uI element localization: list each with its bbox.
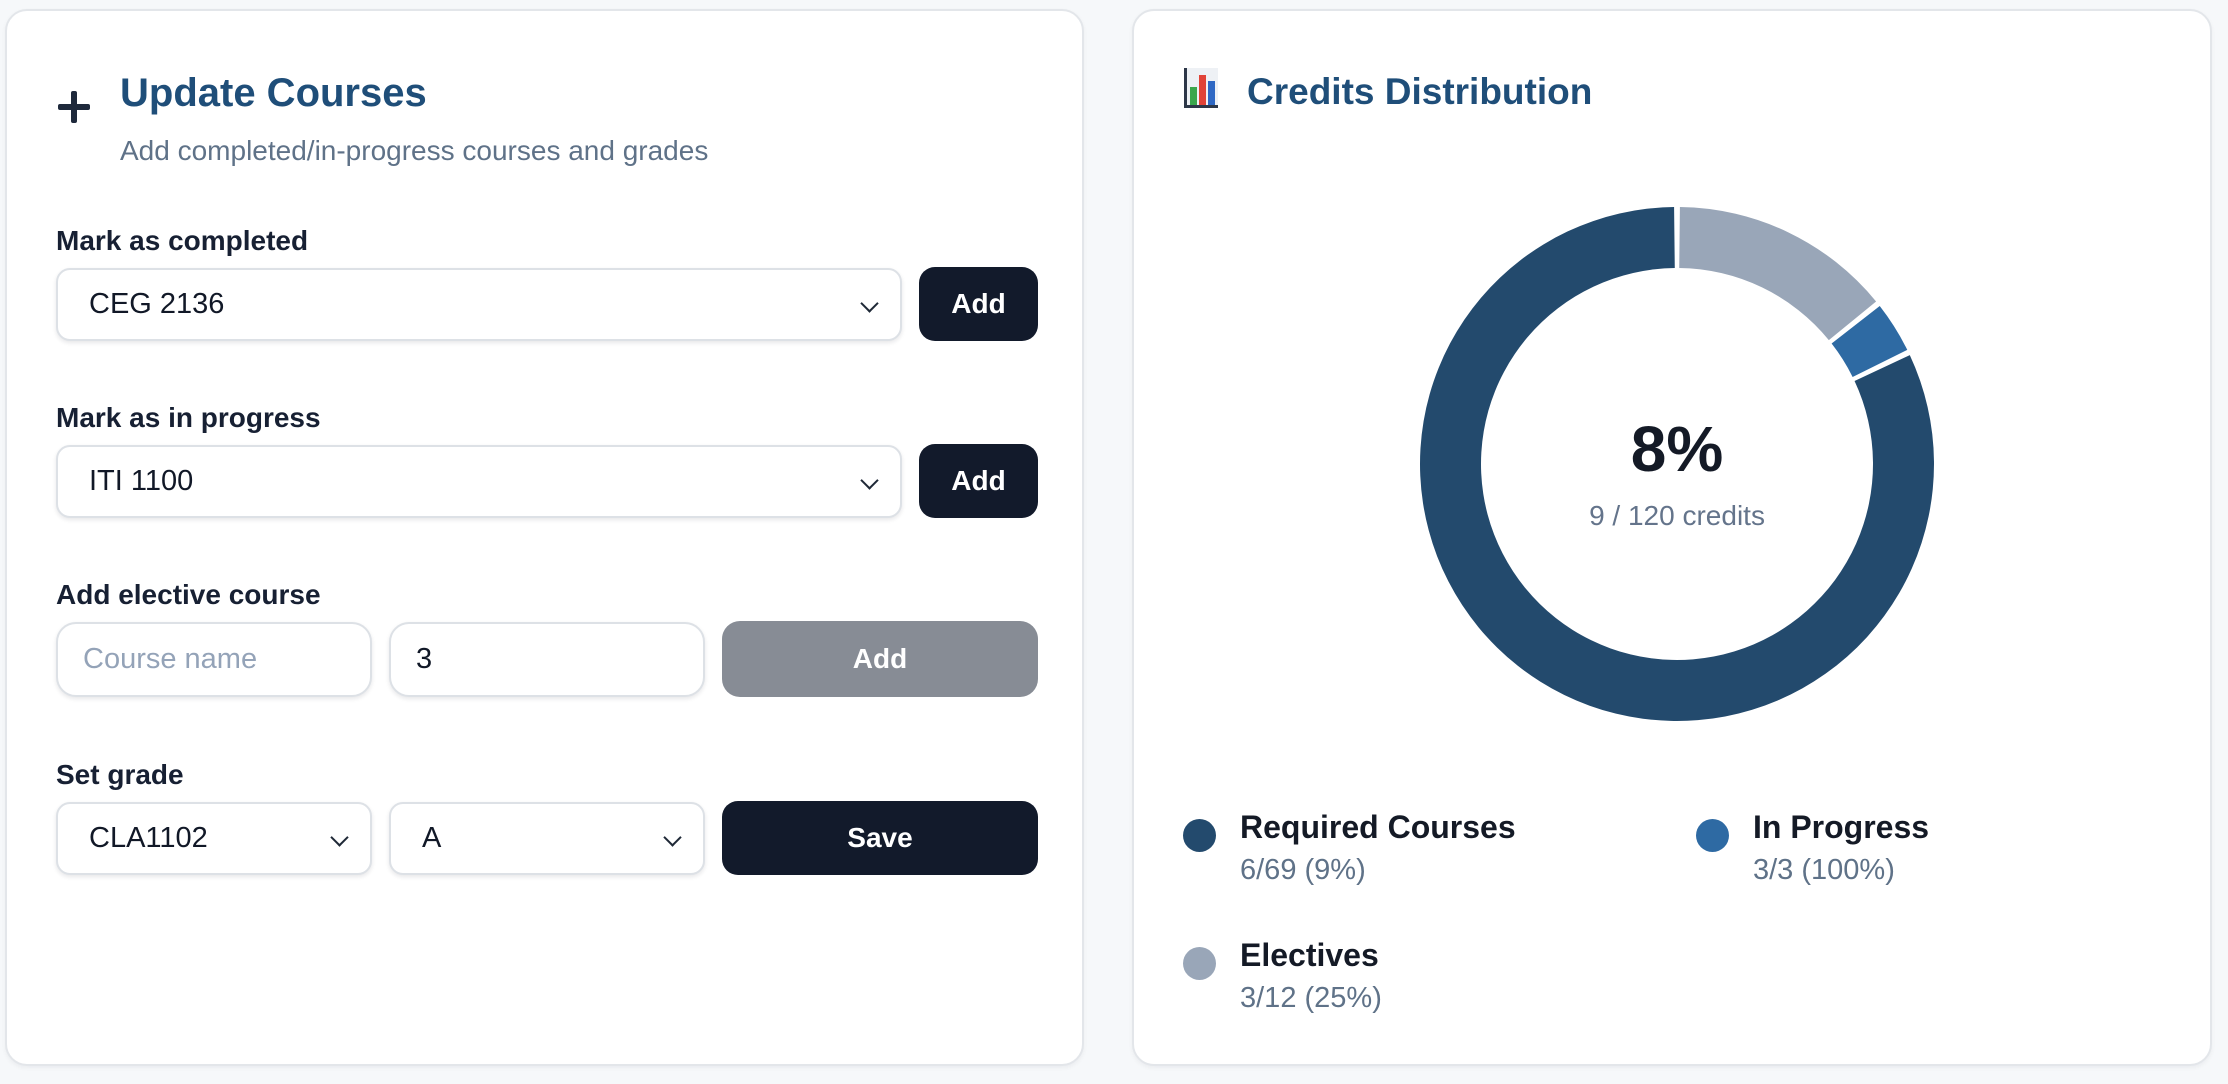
grade-course-select[interactable]: CLA1102 [56,802,372,875]
completion-percent: 8% [1630,413,1724,485]
chevron-down-icon [860,471,879,490]
legend-dot-electives [1183,947,1216,980]
set-grade-label: Set grade [56,759,184,790]
add-completed-button[interactable]: Add [919,267,1038,341]
credits-summary: 9 / 120 credits [1589,500,1765,531]
credits-distribution-card: Credits Distribution 8% 9 / 120 credits … [1132,9,2212,1066]
save-grade-button[interactable]: Save [722,801,1038,875]
donut-center: 8% 9 / 120 credits [1417,204,1937,724]
legend-value-required: 6/69 (9%) [1240,854,1366,886]
mark-in-progress-label: Mark as in progress [56,402,321,433]
grade-course-value: CLA1102 [89,822,208,854]
chevron-down-icon [330,828,349,847]
grade-value: A [422,822,442,854]
bar-chart-icon [1184,68,1218,108]
credits-distribution-title: Credits Distribution [1247,71,1593,112]
legend-value-electives: 3/12 (25%) [1240,982,1382,1014]
legend-dot-required [1183,819,1216,852]
update-courses-card: Update Courses Add completed/in-progress… [5,9,1084,1066]
add-in-progress-button[interactable]: Add [919,444,1038,518]
elective-credits-input[interactable]: 3 [389,622,705,697]
update-courses-title: Update Courses [120,71,427,115]
completed-course-select[interactable]: CEG 2136 [56,268,902,341]
in-progress-course-value: ITI 1100 [89,465,194,497]
chevron-down-icon [663,828,682,847]
add-elective-button[interactable]: Add [722,621,1038,697]
legend-value-in-progress: 3/3 (100%) [1753,854,1895,886]
legend-name-electives: Electives [1240,937,1379,973]
in-progress-course-select[interactable]: ITI 1100 [56,445,902,518]
add-elective-label: Add elective course [56,579,321,610]
elective-name-input[interactable]: Course name [56,622,372,697]
legend-dot-in-progress [1696,819,1729,852]
legend-name-required: Required Courses [1240,809,1516,845]
legend-name-in-progress: In Progress [1753,809,1930,845]
chevron-down-icon [860,294,879,313]
mark-completed-label: Mark as completed [56,225,309,256]
completed-course-value: CEG 2136 [89,288,225,320]
plus-icon [55,88,93,126]
grade-value-select[interactable]: A [389,802,705,875]
update-courses-subtitle: Add completed/in-progress courses and gr… [120,135,709,166]
